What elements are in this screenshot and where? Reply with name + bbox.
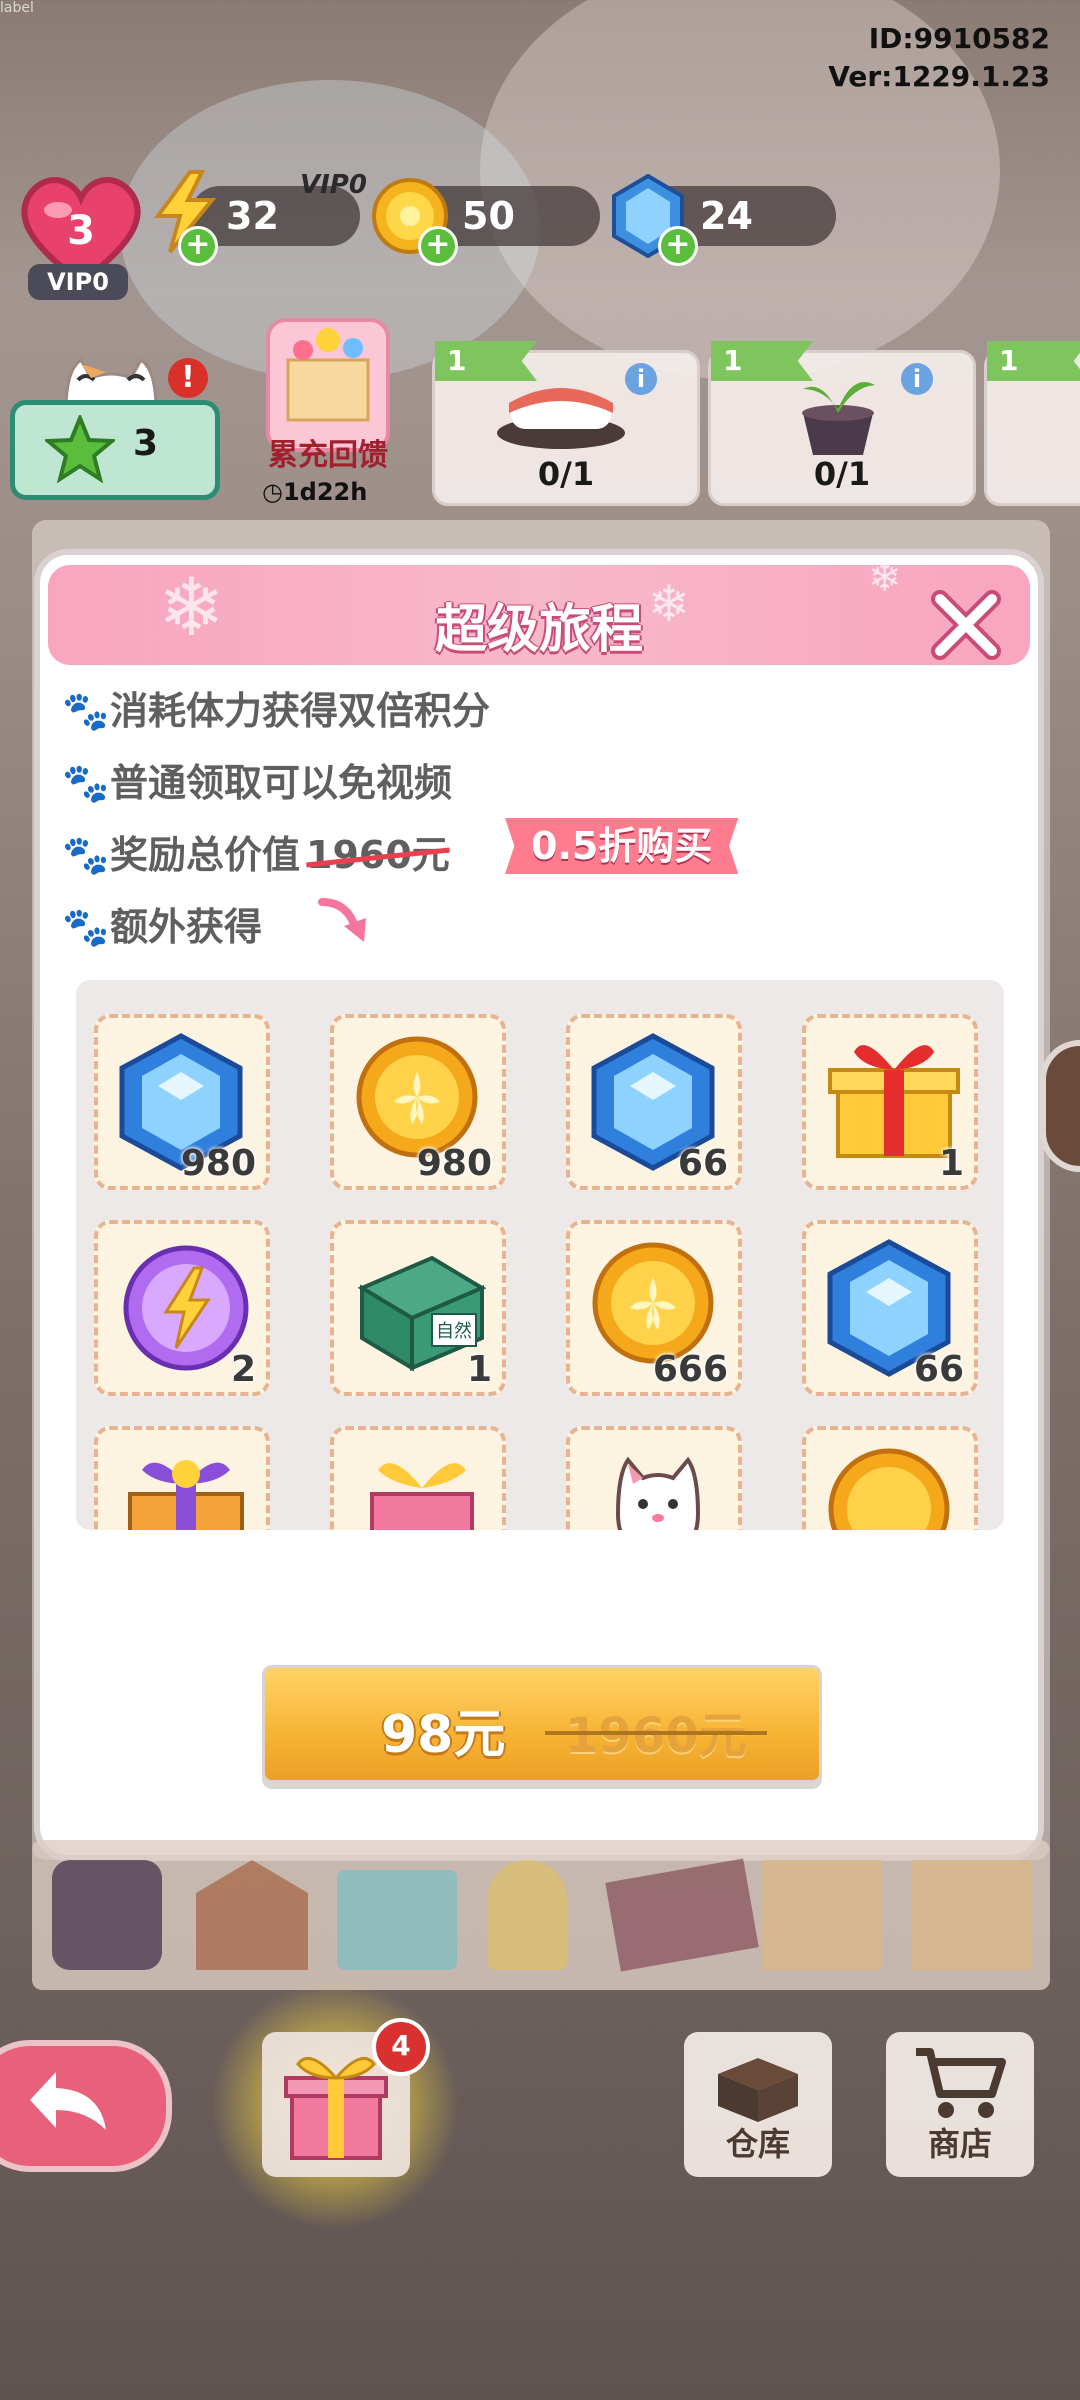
- reward-qty: 2: [230, 1349, 256, 1390]
- reward-item-gem: 66: [566, 1014, 742, 1190]
- furniture-item[interactable]: [605, 1858, 759, 1972]
- bullet-total-value: 🐾奖励总价值 1960元: [62, 824, 450, 879]
- reward-qty: 1: [938, 1143, 964, 1184]
- dialog-title: 超级旅程: [434, 600, 643, 660]
- buy-original-price: 1960元: [545, 1696, 767, 1766]
- arrow-down-right-icon: [318, 898, 366, 942]
- reward-item-gift-box: 1: [802, 1014, 978, 1190]
- quest-flag: 1: [987, 341, 1080, 381]
- package-label: 自然: [436, 1321, 472, 1342]
- reward-item-energy-orb: 2: [94, 1220, 270, 1396]
- reward-item-purple-gift: [94, 1426, 270, 1530]
- buy-button[interactable]: 98元 1960元: [262, 1665, 822, 1783]
- warehouse-button[interactable]: 仓库: [684, 2032, 832, 2177]
- gift-badge: 4: [372, 2018, 430, 2076]
- reward-qty: 1: [466, 1349, 492, 1390]
- pink-gift-icon: [370, 1463, 474, 1530]
- furniture-shelf: [32, 1840, 1050, 1990]
- vip-label: VIP0: [300, 170, 367, 200]
- back-arrow-icon: [30, 2072, 106, 2130]
- star-icon: [45, 415, 115, 484]
- reward-qty: 66: [913, 1349, 964, 1390]
- quest-flag-value: 1: [447, 344, 467, 377]
- add-gems-button[interactable]: +: [658, 226, 698, 266]
- stars-box[interactable]: 3: [10, 400, 220, 500]
- quest-card-partial[interactable]: 1: [984, 341, 1080, 506]
- side-widget[interactable]: [1040, 1040, 1080, 1172]
- player-level: 3: [67, 208, 95, 254]
- furniture-item[interactable]: [487, 1860, 567, 1970]
- lucky-cat-icon: [615, 1456, 701, 1530]
- cardboard-box[interactable]: [912, 1860, 1032, 1970]
- reward-item-gem: 980: [94, 1014, 270, 1190]
- furniture-item[interactable]: [337, 1870, 457, 1970]
- buy-price: 98元: [381, 1705, 506, 1765]
- reward-item-gem: 66: [802, 1220, 978, 1396]
- furniture-item[interactable]: [52, 1860, 162, 1970]
- reward-qty: 666: [652, 1349, 728, 1390]
- bullet-extra: 🐾额外获得: [62, 896, 262, 951]
- coins-value: 50: [462, 194, 515, 238]
- warehouse-label: 仓库: [725, 2125, 790, 2163]
- quest-card-sprout[interactable]: 1 i 0/1: [708, 341, 976, 506]
- stars-count: 3: [133, 423, 159, 464]
- purple-gift-icon: [128, 1460, 244, 1530]
- cardboard-box[interactable]: [762, 1860, 882, 1970]
- bullet-text: 额外获得: [110, 905, 263, 949]
- bullet-text: 奖励总价值: [110, 833, 301, 877]
- reward-qty: 66: [677, 1143, 728, 1184]
- quest-flag-value: 1: [723, 344, 743, 377]
- furniture-item[interactable]: [196, 1860, 308, 1970]
- paw-icon: 🐾: [62, 761, 110, 805]
- add-coins-button[interactable]: +: [418, 226, 458, 266]
- quest-progress: 0/1: [537, 455, 595, 493]
- reward-item-coin: [802, 1426, 978, 1530]
- reward-qty: 980: [180, 1143, 256, 1184]
- sprout-pot-icon: [802, 382, 875, 455]
- event-timer-value: 1d22h: [282, 478, 368, 506]
- bullet-text: 消耗体力获得双倍积分: [110, 689, 491, 733]
- back-button[interactable]: [0, 2040, 172, 2172]
- coin-icon: [828, 1448, 950, 1530]
- vip-tag: VIP0: [28, 264, 128, 300]
- reward-item-coin: 666: [566, 1220, 742, 1396]
- gems-value: 24: [700, 194, 753, 238]
- shop-button[interactable]: 商店: [886, 2032, 1034, 2177]
- quest-progress: 0/1: [813, 455, 871, 493]
- reward-item-package: 自然 1: [330, 1220, 506, 1396]
- paw-icon: 🐾: [62, 689, 110, 733]
- bullet-double-points: 🐾消耗体力获得双倍积分: [62, 680, 490, 735]
- reward-item-lucky-cat: [566, 1426, 742, 1530]
- event-label: 累充回馈: [268, 438, 388, 473]
- paw-icon: 🐾: [62, 905, 110, 949]
- player-id: ID:9910582: [868, 22, 1050, 55]
- event-timer: ◷1d22h: [262, 478, 367, 506]
- info-icon[interactable]: i: [901, 363, 933, 395]
- original-value: 1960元: [306, 833, 450, 877]
- rewards-grid: 980 980 66 1 2 自然 1 666 66: [76, 980, 1004, 1530]
- sushi-icon: [497, 388, 625, 449]
- debug-label: label: [0, 0, 34, 16]
- quest-flag-value: 1: [999, 344, 1019, 377]
- bullet-text: 普通领取可以免视频: [110, 761, 453, 805]
- reward-qty: 980: [416, 1143, 492, 1184]
- quest-card-sushi[interactable]: 1 i 0/1: [432, 341, 700, 506]
- bullet-no-video: 🐾普通领取可以免视频: [62, 752, 452, 807]
- paw-icon: 🐾: [62, 833, 110, 877]
- build-info: ID:9910582 Ver:1229.1.23: [828, 20, 1050, 96]
- alert-icon: !: [168, 358, 208, 398]
- close-icon[interactable]: [926, 585, 1006, 665]
- reward-item-pink-gift: [330, 1426, 506, 1530]
- shop-label: 商店: [927, 2125, 992, 2163]
- dialog-header: ❄ ❄ ❄ 超级旅程: [48, 555, 1030, 665]
- energy-value: 32: [226, 194, 279, 238]
- add-energy-button[interactable]: +: [178, 226, 218, 266]
- clock-icon: ◷: [262, 478, 283, 506]
- reward-item-coin: 980: [330, 1014, 506, 1190]
- discount-tag: 0.5折购买: [505, 818, 739, 874]
- box-icon: [718, 2058, 798, 2122]
- info-icon[interactable]: i: [625, 363, 657, 395]
- version: Ver:1229.1.23: [828, 60, 1050, 93]
- cart-icon: [916, 2048, 1006, 2118]
